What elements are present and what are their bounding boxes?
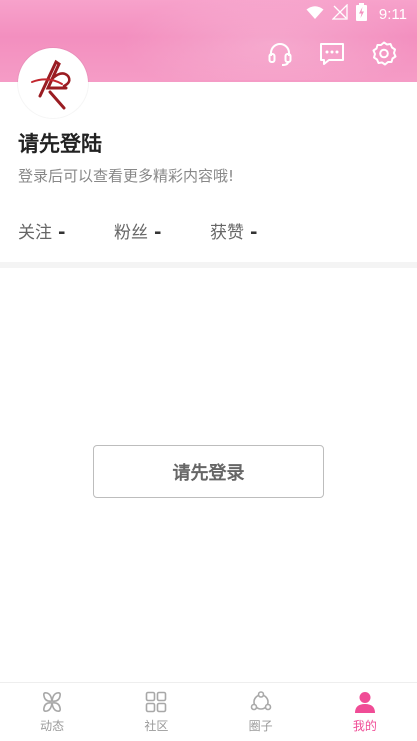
headset-icon	[268, 42, 291, 66]
stat-label: 关注	[18, 223, 52, 243]
profile-stats: 关注 - 粉丝 - 获赞 -	[18, 218, 257, 243]
messages-button[interactable]	[318, 40, 345, 67]
message-icon	[319, 42, 344, 65]
stat-value: -	[154, 222, 162, 243]
stat-following[interactable]: 关注 -	[18, 218, 114, 243]
stat-label: 粉丝	[114, 223, 148, 243]
avatar[interactable]	[18, 48, 88, 118]
bottom-nav: 动态 社区 圈子 我的	[0, 682, 417, 741]
login-button[interactable]: 请先登录	[93, 445, 324, 498]
circles-icon	[249, 690, 273, 714]
stat-value: -	[250, 222, 258, 243]
nav-label: 我的	[352, 719, 377, 733]
nav-label: 动态	[40, 719, 65, 733]
grid-icon	[144, 690, 168, 714]
section-divider	[0, 262, 417, 268]
flower-icon	[40, 690, 64, 714]
wifi-icon	[306, 5, 324, 24]
page-title: 请先登陆	[18, 132, 102, 156]
no-signal-icon	[331, 3, 348, 24]
status-time: 9:11	[378, 5, 407, 23]
app-logo-icon	[31, 59, 71, 110]
nav-item-mine[interactable]: 我的	[313, 683, 417, 741]
battery-charging-icon	[355, 3, 367, 25]
stat-value: -	[58, 222, 66, 243]
header-actions	[266, 40, 397, 67]
nav-item-feed[interactable]: 动态	[0, 683, 104, 741]
login-hint: 登录后可以查看更多精彩内容哦!	[18, 167, 235, 185]
nav-item-circles[interactable]: 圈子	[209, 683, 313, 741]
gear-icon	[372, 41, 396, 65]
person-icon	[353, 690, 377, 714]
stat-likes[interactable]: 获赞 -	[210, 218, 257, 243]
nav-label: 社区	[144, 719, 169, 733]
nav-item-community[interactable]: 社区	[104, 683, 208, 741]
stat-label: 获赞	[210, 223, 244, 243]
nav-label: 圈子	[248, 719, 273, 733]
stat-fans[interactable]: 粉丝 -	[114, 218, 210, 243]
customer-service-button[interactable]	[266, 40, 293, 67]
status-bar: 9:11	[0, 0, 417, 28]
settings-button[interactable]	[370, 40, 397, 67]
